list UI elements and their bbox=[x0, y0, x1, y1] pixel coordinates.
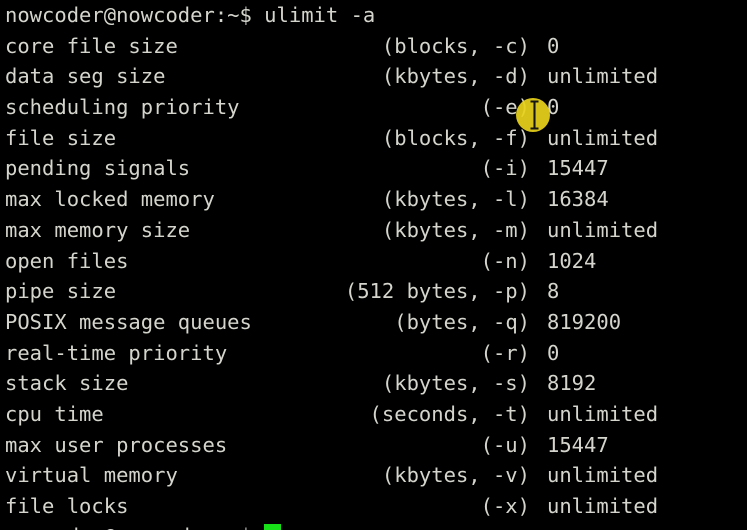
ulimit-resource-label: cpu time bbox=[5, 401, 104, 426]
ulimit-resource-label: core file size bbox=[5, 33, 178, 58]
ulimit-value: 0 bbox=[547, 33, 560, 58]
terminal-window[interactable]: nowcoder@nowcoder:~$ ulimit -a (blocks, … bbox=[0, 0, 747, 530]
ulimit-row: (512 bytes, -p) pipe size 8 bbox=[5, 276, 747, 307]
ulimit-row: (seconds, -t) cpu time unlimited bbox=[5, 399, 747, 430]
ulimit-value: unlimited bbox=[547, 494, 659, 518]
ulimit-value: 0 bbox=[547, 95, 560, 120]
ulimit-resource-label: data seg size bbox=[5, 64, 166, 89]
ulimit-row: (-n) open files 1024 bbox=[5, 246, 747, 277]
ulimit-value: 15447 bbox=[547, 156, 609, 181]
ulimit-value: 8 bbox=[547, 279, 560, 304]
ulimit-value: unlimited bbox=[547, 217, 659, 242]
final-prompt-line[interactable]: nowcoder@nowcoder:~$ bbox=[5, 521, 282, 530]
ulimit-row: (kbytes, -v) virtual memory unlimited bbox=[5, 460, 747, 491]
ulimit-row: (kbytes, -d) data seg size unlimited bbox=[5, 61, 747, 92]
final-prompt-text: nowcoder@nowcoder:~$ bbox=[5, 524, 264, 530]
ulimit-resource-label: max user processes bbox=[5, 432, 228, 457]
ulimit-row: (blocks, -f) file size unlimited bbox=[5, 123, 747, 154]
ulimit-value: 16384 bbox=[547, 187, 609, 212]
ulimit-value: 15447 bbox=[547, 432, 609, 457]
ulimit-resource-label: max memory size bbox=[5, 217, 191, 242]
ulimit-resource-label: file size bbox=[5, 125, 117, 150]
ulimit-row: (kbytes, -s) stack size 8192 bbox=[5, 368, 747, 399]
ulimit-value: unlimited bbox=[547, 401, 659, 426]
ulimit-resource-label: scheduling priority bbox=[5, 95, 240, 120]
ulimit-resource-label: stack size bbox=[5, 371, 129, 396]
ulimit-resource-label: virtual memory bbox=[5, 463, 178, 488]
ulimit-value: unlimited bbox=[547, 125, 659, 150]
ulimit-value: 1024 bbox=[547, 248, 597, 273]
ulimit-row: (-r) real-time priority 0 bbox=[5, 338, 747, 369]
ulimit-row: (-e) scheduling priority 0 bbox=[5, 92, 747, 123]
ulimit-row: (-x) file locks unlimited bbox=[5, 491, 747, 522]
ulimit-row: (kbytes, -l) max locked memory 16384 bbox=[5, 184, 747, 215]
ulimit-row: (bytes, -q) POSIX message queues 819200 bbox=[5, 307, 747, 338]
ulimit-value: 0 bbox=[547, 340, 560, 365]
terminal-screen[interactable]: nowcoder@nowcoder:~$ ulimit -a (blocks, … bbox=[5, 0, 747, 522]
ulimit-output: (blocks, -c) core file size 0 (kbytes, -d) d… bbox=[5, 31, 747, 522]
block-cursor bbox=[264, 524, 282, 530]
ulimit-resource-label: open files bbox=[5, 248, 129, 273]
ulimit-value: unlimited bbox=[547, 64, 659, 89]
ulimit-resource-label: real-time priority bbox=[5, 340, 228, 365]
ulimit-row: (kbytes, -m) max memory size unlimited bbox=[5, 215, 747, 246]
ulimit-row: (blocks, -c) core file size 0 bbox=[5, 31, 747, 62]
ulimit-row: (-i) pending signals 15447 bbox=[5, 153, 747, 184]
ulimit-value: 8192 bbox=[547, 371, 597, 396]
ulimit-value: unlimited bbox=[547, 463, 659, 488]
ulimit-value: 819200 bbox=[547, 309, 622, 334]
ulimit-resource-label: POSIX message queues bbox=[5, 309, 252, 334]
command-prompt-line: nowcoder@nowcoder:~$ ulimit -a bbox=[5, 3, 376, 27]
ulimit-resource-label: pipe size bbox=[5, 279, 117, 304]
ulimit-row: (-u) max user processes 15447 bbox=[5, 430, 747, 461]
ulimit-resource-label: file locks bbox=[5, 494, 129, 518]
ulimit-resource-label: max locked memory bbox=[5, 187, 215, 212]
ulimit-resource-label: pending signals bbox=[5, 156, 191, 181]
